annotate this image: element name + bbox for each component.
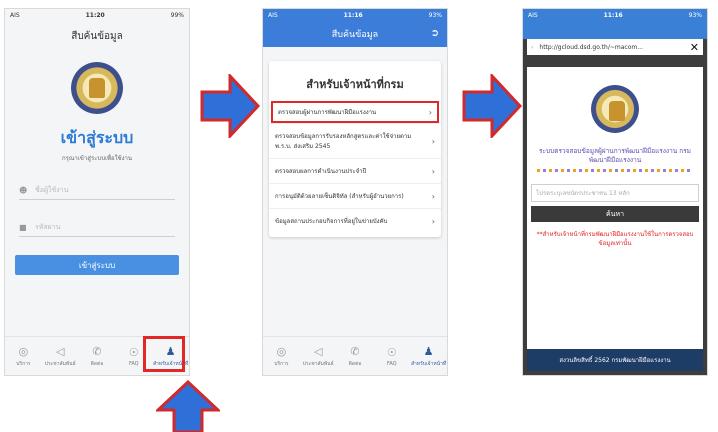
status-bar: AIS 11:16 93% [263, 9, 447, 21]
tab-faq[interactable]: ☉ FAQ [373, 337, 410, 375]
tab-services[interactable]: ◎ บริการ [263, 337, 300, 375]
tab-contact[interactable]: ✆ ติดต่อ [79, 337, 116, 375]
phone-screen-login: AIS 11:20 99% สืบค้นข้อมูล เข้าสู่ระบบ ก… [4, 8, 190, 376]
tab-label: ติดต่อ [90, 360, 104, 367]
tab-label: ประชาสัมพันธ์ [44, 360, 76, 367]
staff-menu-card: สำหรับเจ้าหน้าที่กรม ตรวจสอบผู้ผ่านการพั… [269, 61, 441, 237]
department-seal-logo [71, 62, 123, 114]
dimmed-app-header: AIS 11:16 93% [523, 9, 707, 39]
menu-item-verify-trainees[interactable]: ตรวจสอบผู้ผ่านการพัฒนาฝีมือแรงงาน › [271, 101, 439, 123]
tab-label: FAQ [128, 360, 139, 367]
officer-icon: ♟ [423, 344, 434, 358]
tab-news[interactable]: ◁ ประชาสัมพันธ์ [42, 337, 79, 375]
login-subtitle: กรุณาเข้าสู่ระบบเพื่อใช้งาน [61, 155, 133, 162]
tab-bar: ◎ บริการ ◁ ประชาสัมพันธ์ ✆ ติดต่อ ☉ FAQ ♟ สำห… [263, 336, 447, 375]
password-field[interactable]: ■ รหัสผ่าน [19, 218, 175, 237]
megaphone-icon: ◁ [313, 344, 323, 358]
battery-label: 99% [170, 11, 184, 19]
menu-item-course-certification[interactable]: ตรวจสอบข้อมูลการรับรองหลักสูตรและค่าใช้จ… [269, 123, 441, 158]
menu-item-label: ตรวจสอบข้อมูลการรับรองหลักสูตรและค่าใช้จ… [275, 133, 412, 150]
arrow-right-icon [200, 74, 260, 138]
tab-news[interactable]: ◁ ประชาสัมพันธ์ [300, 337, 337, 375]
system-title: ระบบตรวจสอบข้อมูลผู้ผ่านการพัฒนาฝีมือแรง… [539, 147, 691, 164]
url-text: http://gcloud.dsd.go.th/~macom... [539, 43, 643, 51]
browser-url-bar: ‹ http://gcloud.dsd.go.th/~macom... ✕ [527, 39, 703, 55]
id-card-input[interactable]: โปรดระบุเลขบัตรประชาชน 13 หลัก [531, 184, 699, 202]
menu-item-label: ข้อมูลสถานประกอบกิจการที่อยู่ในข่ายบังคั… [275, 218, 388, 225]
status-bar: AIS 11:16 93% [523, 9, 707, 21]
clock: 11:16 [603, 11, 623, 19]
username-placeholder: ชื่อผู้ใช้งาน [35, 185, 69, 194]
phone-screen-verify-web: AIS 11:16 93% ‹ http://gcloud.dsd.go.th/… [522, 8, 708, 376]
card-title: สำหรับเจ้าหน้าที่กรม [306, 78, 404, 91]
tab-services[interactable]: ◎ บริการ [5, 337, 42, 375]
menu-item-label: ตรวจสอบผลการดำเนินงานประจำปี [275, 168, 367, 175]
tab-label: ประชาสัมพันธ์ [302, 360, 334, 367]
clock: 11:20 [85, 11, 105, 19]
menu-item-label: การอนุมัติด้วยลายเซ็นดิจิทัล (สำหรับผู้อ… [275, 193, 404, 200]
menu-item-label: ตรวจสอบผู้ผ่านการพัฒนาฝีมือแรงงาน [278, 109, 377, 116]
clock: 11:16 [343, 11, 363, 19]
faq-icon: ☉ [128, 345, 139, 359]
copyright-footer: สงวนลิขสิทธิ์ 2562 กรมพัฒนาฝีมือแรงงาน [527, 349, 703, 371]
search-button[interactable]: ค้นหา [531, 206, 699, 222]
user-icon: ☻ [19, 185, 28, 195]
staff-tab-highlight [143, 336, 185, 372]
carrier-label: AIS [528, 11, 538, 19]
chevron-right-icon: › [431, 166, 435, 176]
username-field[interactable]: ☻ ชื่อผู้ใช้งาน [19, 181, 175, 200]
chevron-right-icon: › [428, 107, 432, 117]
arrow-right-icon [462, 74, 522, 138]
staff-only-note: **สำหรับเจ้าหน้าที่กรมพัฒนาฝีมือแรงงานใช… [536, 231, 694, 247]
password-placeholder: รหัสผ่าน [35, 222, 61, 231]
login-button[interactable]: เข้าสู่ระบบ [15, 255, 179, 275]
carrier-label: AIS [10, 11, 20, 19]
app-header: สืบค้นข้อมูล ➲ [263, 21, 447, 47]
battery-label: 93% [428, 11, 442, 19]
tab-label: ติดต่อ [348, 360, 362, 367]
megaphone-icon: ◁ [55, 344, 65, 358]
tab-label: บริการ [274, 360, 289, 367]
status-bar: AIS 11:20 99% [5, 9, 189, 21]
tab-staff[interactable]: ♟ สำหรับเจ้าหน้าที่ [410, 337, 447, 375]
faq-icon: ☉ [386, 345, 397, 359]
menu-item-digital-signature[interactable]: การอนุมัติด้วยลายเซ็นดิจิทัล (สำหรับผู้อ… [269, 183, 441, 208]
globe-icon: ◎ [276, 344, 287, 358]
chevron-right-icon: › [431, 216, 435, 226]
phone-icon: ✆ [350, 344, 360, 358]
tab-contact[interactable]: ✆ ติดต่อ [337, 337, 374, 375]
globe-icon: ◎ [18, 344, 29, 358]
department-seal-logo [591, 85, 639, 133]
arrow-up-icon [156, 380, 220, 432]
menu-item-establishments[interactable]: ข้อมูลสถานประกอบกิจการที่อยู่ในข่ายบังคั… [269, 208, 441, 233]
tab-label: FAQ [386, 360, 397, 367]
header-title: สืบค้นข้อมูล [331, 30, 379, 40]
carrier-label: AIS [268, 11, 278, 19]
phone-screen-staff-menu: AIS 11:16 93% สืบค้นข้อมูล ➲ สำหรับเจ้าห… [262, 8, 448, 376]
tab-label: สำหรับเจ้าหน้าที่ [410, 360, 447, 367]
tab-label: บริการ [16, 360, 31, 367]
lock-icon: ■ [19, 222, 27, 232]
login-heading: เข้าสู่ระบบ [60, 128, 134, 147]
page-title: สืบค้นข้อมูล [71, 31, 123, 42]
menu-item-annual-results[interactable]: ตรวจสอบผลการดำเนินงานประจำปี › [269, 158, 441, 183]
phone-icon: ✆ [92, 344, 102, 358]
logout-icon[interactable]: ➲ [431, 28, 439, 39]
chevron-left-icon[interactable]: ‹ [531, 44, 533, 51]
decorative-divider [537, 169, 693, 172]
close-icon[interactable]: ✕ [690, 41, 699, 54]
chevron-right-icon: › [431, 191, 435, 201]
battery-label: 93% [688, 11, 702, 19]
web-content: ระบบตรวจสอบข้อมูลผู้ผ่านการพัฒนาฝีมือแรง… [527, 67, 703, 367]
chevron-right-icon: › [431, 136, 435, 146]
